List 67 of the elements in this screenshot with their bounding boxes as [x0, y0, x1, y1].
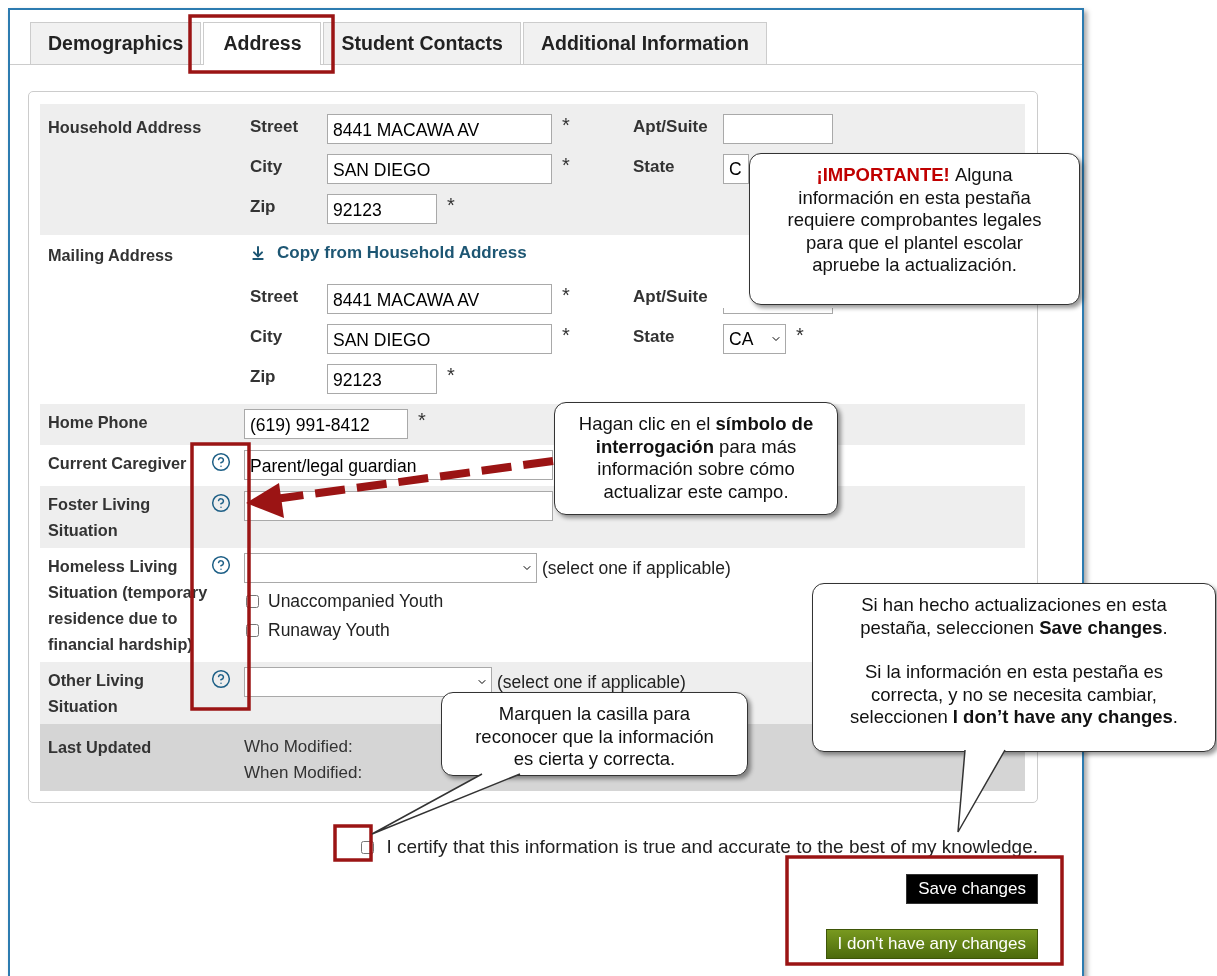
text-field[interactable]: SAN DIEGO: [327, 154, 552, 184]
tab[interactable]: Additional Information: [522, 22, 767, 64]
highlight-frame: [333, 824, 373, 862]
required-mark: *: [446, 364, 455, 386]
help-icon[interactable]: [211, 555, 231, 575]
save-button[interactable]: Save changes: [906, 874, 1038, 904]
text-field[interactable]: 8441 MACAWA AV: [327, 114, 552, 144]
copy-address-link[interactable]: Copy from Household Address: [250, 242, 527, 264]
field-label: Apt/Suite: [633, 286, 709, 307]
callout-text: ¡IMPORTANTE! Alguna información en esta pestaña requiere comprobantes legales para que el plantel escolar apruebe la actualización.: [786, 164, 1043, 277]
field-label: Zip: [250, 366, 277, 387]
required-mark: *: [561, 154, 570, 176]
tab[interactable]: Student Contacts: [323, 22, 521, 64]
field-label: City: [250, 326, 284, 347]
required-mark: *: [417, 409, 426, 431]
state-select[interactable]: CA: [723, 324, 786, 354]
state-select[interactable]: C: [723, 154, 749, 184]
required-mark: *: [446, 194, 455, 216]
meta-label: Who Modified:: [244, 736, 353, 758]
checkbox-label: Unaccompanied Youth: [268, 591, 444, 612]
tab[interactable]: Address: [203, 22, 322, 65]
row-label: Other Living Situation: [48, 670, 145, 717]
meta-label: When Modified:: [244, 762, 363, 784]
required-mark: *: [561, 324, 570, 346]
required-mark: *: [561, 284, 570, 306]
field-label: State: [633, 156, 676, 177]
checkbox[interactable]: [246, 624, 259, 637]
field-label: Zip: [250, 196, 277, 217]
text-field[interactable]: [723, 308, 833, 314]
tab[interactable]: Demographics: [30, 22, 202, 64]
row-label: Mailing Address: [48, 245, 175, 266]
checkbox-label: Runaway Youth: [268, 620, 390, 641]
no-changes-button[interactable]: I don't have any changes: [825, 929, 1038, 959]
help-icon[interactable]: [211, 669, 231, 689]
checkbox[interactable]: [246, 595, 259, 608]
field-label: City: [250, 156, 284, 177]
hint-text: (select one if applicable): [541, 557, 731, 579]
row-label: Household Address: [48, 117, 203, 138]
text-field[interactable]: Parent/legal guardian: [244, 450, 553, 480]
required-mark: *: [561, 114, 570, 136]
row-label: Home Phone: [48, 412, 149, 433]
row-label: Current Caregiver: [48, 453, 188, 474]
text-field[interactable]: 92123: [327, 194, 437, 224]
callout-text: Si han hecho actualizaciones en esta pestaña, seleccionen Save changes.: [859, 594, 1169, 639]
dropdown-field[interactable]: [244, 667, 492, 697]
text-field[interactable]: 8441 MACAWA AV: [327, 284, 552, 314]
certify-checkbox[interactable]: [361, 840, 375, 854]
text-field[interactable]: 92123: [327, 364, 437, 394]
dropdown-field[interactable]: [244, 553, 537, 583]
field-label: Street: [250, 286, 300, 307]
field-label: State: [633, 326, 676, 347]
text-field[interactable]: [723, 114, 833, 144]
required-mark: *: [795, 324, 804, 346]
text-field[interactable]: (619) 991-8412: [244, 409, 408, 439]
text-field[interactable]: SAN DIEGO: [327, 324, 552, 354]
callout-text: Marquen la casilla para reconocer que la información es cierta y correcta.: [474, 703, 715, 771]
field-label: Apt/Suite: [633, 116, 709, 137]
callout-text: Si la información en esta pestaña es correcta, y no se necesita cambiar, seleccionen I don’t have any changes.: [849, 661, 1179, 729]
certify-text: I certify that this information is true and accurate to the best of my knowledge.: [386, 836, 1038, 858]
row-label: Last Updated: [48, 737, 153, 758]
download-icon: [250, 245, 266, 261]
row-label: Foster Living Situation: [48, 494, 152, 541]
field-label: Street: [250, 116, 300, 137]
callout-text: Hagan clic en el símbolo de interrogación para más información sobre cómo actualizar este campo.: [577, 413, 815, 503]
help-icon[interactable]: [211, 493, 231, 513]
hint-text: (select one if applicable): [496, 671, 686, 693]
help-icon[interactable]: [211, 452, 231, 472]
